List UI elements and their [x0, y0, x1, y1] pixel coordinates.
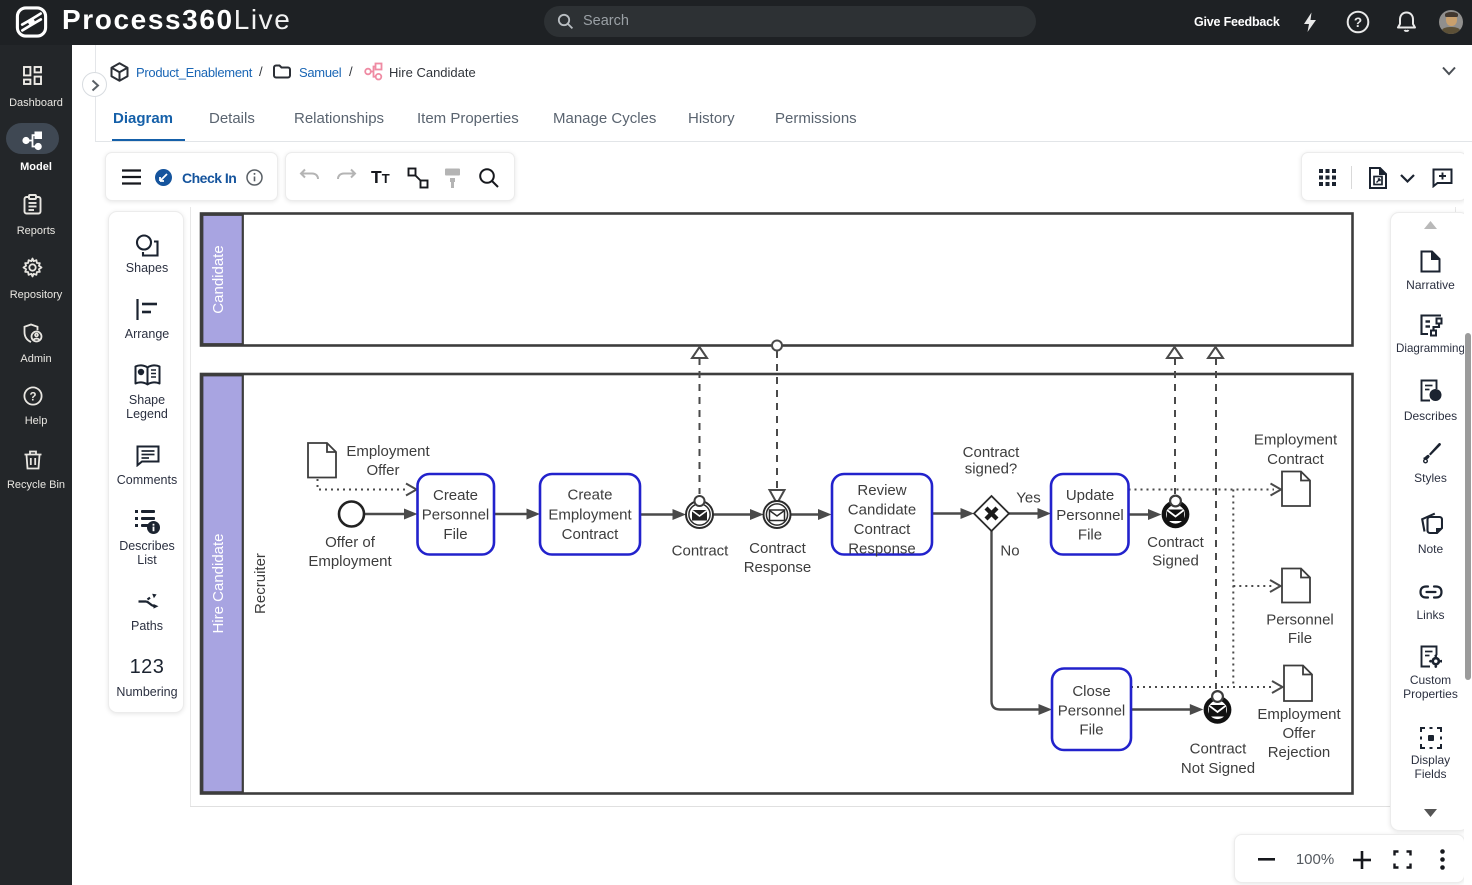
- svg-text:File: File: [1288, 630, 1312, 647]
- svg-text:Close: Close: [1072, 683, 1110, 700]
- svg-text:Contract: Contract: [963, 444, 1021, 461]
- svg-text:Contract: Contract: [1190, 741, 1248, 758]
- svg-text:Contract: Contract: [1267, 451, 1325, 468]
- svg-text:Employment: Employment: [346, 443, 430, 460]
- svg-text:Yes: Yes: [1016, 490, 1040, 507]
- svg-text:Contract: Contract: [672, 543, 730, 560]
- svg-text:Signed: Signed: [1152, 553, 1199, 570]
- svg-text:No: No: [1000, 543, 1019, 560]
- svg-text:Employment: Employment: [1257, 706, 1341, 723]
- svg-text:Candidate: Candidate: [210, 245, 227, 313]
- svg-text:signed?: signed?: [965, 461, 1018, 478]
- svg-text:Recruiter: Recruiter: [252, 553, 269, 614]
- svg-text:Employment: Employment: [1254, 432, 1338, 449]
- svg-text:Employment: Employment: [548, 507, 632, 524]
- svg-text:Contract: Contract: [562, 526, 620, 543]
- svg-text:Candidate: Candidate: [848, 502, 916, 519]
- svg-text:Create: Create: [567, 487, 612, 504]
- svg-text:Contract: Contract: [749, 540, 807, 557]
- svg-text:Offer: Offer: [1282, 725, 1315, 742]
- svg-text:Contract: Contract: [1147, 534, 1205, 551]
- svg-text:Personnel: Personnel: [1058, 703, 1126, 720]
- svg-text:Response: Response: [744, 559, 812, 576]
- svg-text:Create: Create: [433, 487, 478, 504]
- svg-text:Rejection: Rejection: [1268, 744, 1331, 761]
- svg-text:?: ?: [29, 391, 36, 403]
- svg-text:File: File: [1079, 722, 1103, 739]
- svg-text:Personnel: Personnel: [422, 507, 490, 524]
- svg-text:Personnel: Personnel: [1056, 507, 1124, 524]
- svg-text:Employment: Employment: [308, 553, 392, 570]
- svg-text:Offer: Offer: [366, 462, 399, 479]
- svg-text:Update: Update: [1066, 487, 1114, 504]
- svg-text:File: File: [443, 526, 467, 543]
- svg-text:Offer of: Offer of: [325, 534, 376, 551]
- svg-text:Response: Response: [848, 541, 916, 558]
- svg-text:Hire Candidate: Hire Candidate: [210, 533, 227, 633]
- svg-text:Personnel: Personnel: [1266, 612, 1334, 629]
- svg-text:File: File: [1078, 527, 1102, 544]
- svg-text:Review: Review: [857, 482, 906, 499]
- svg-text:Not Signed: Not Signed: [1181, 760, 1255, 777]
- svg-text:Contract: Contract: [854, 521, 912, 538]
- svg-text:?: ?: [1354, 15, 1362, 30]
